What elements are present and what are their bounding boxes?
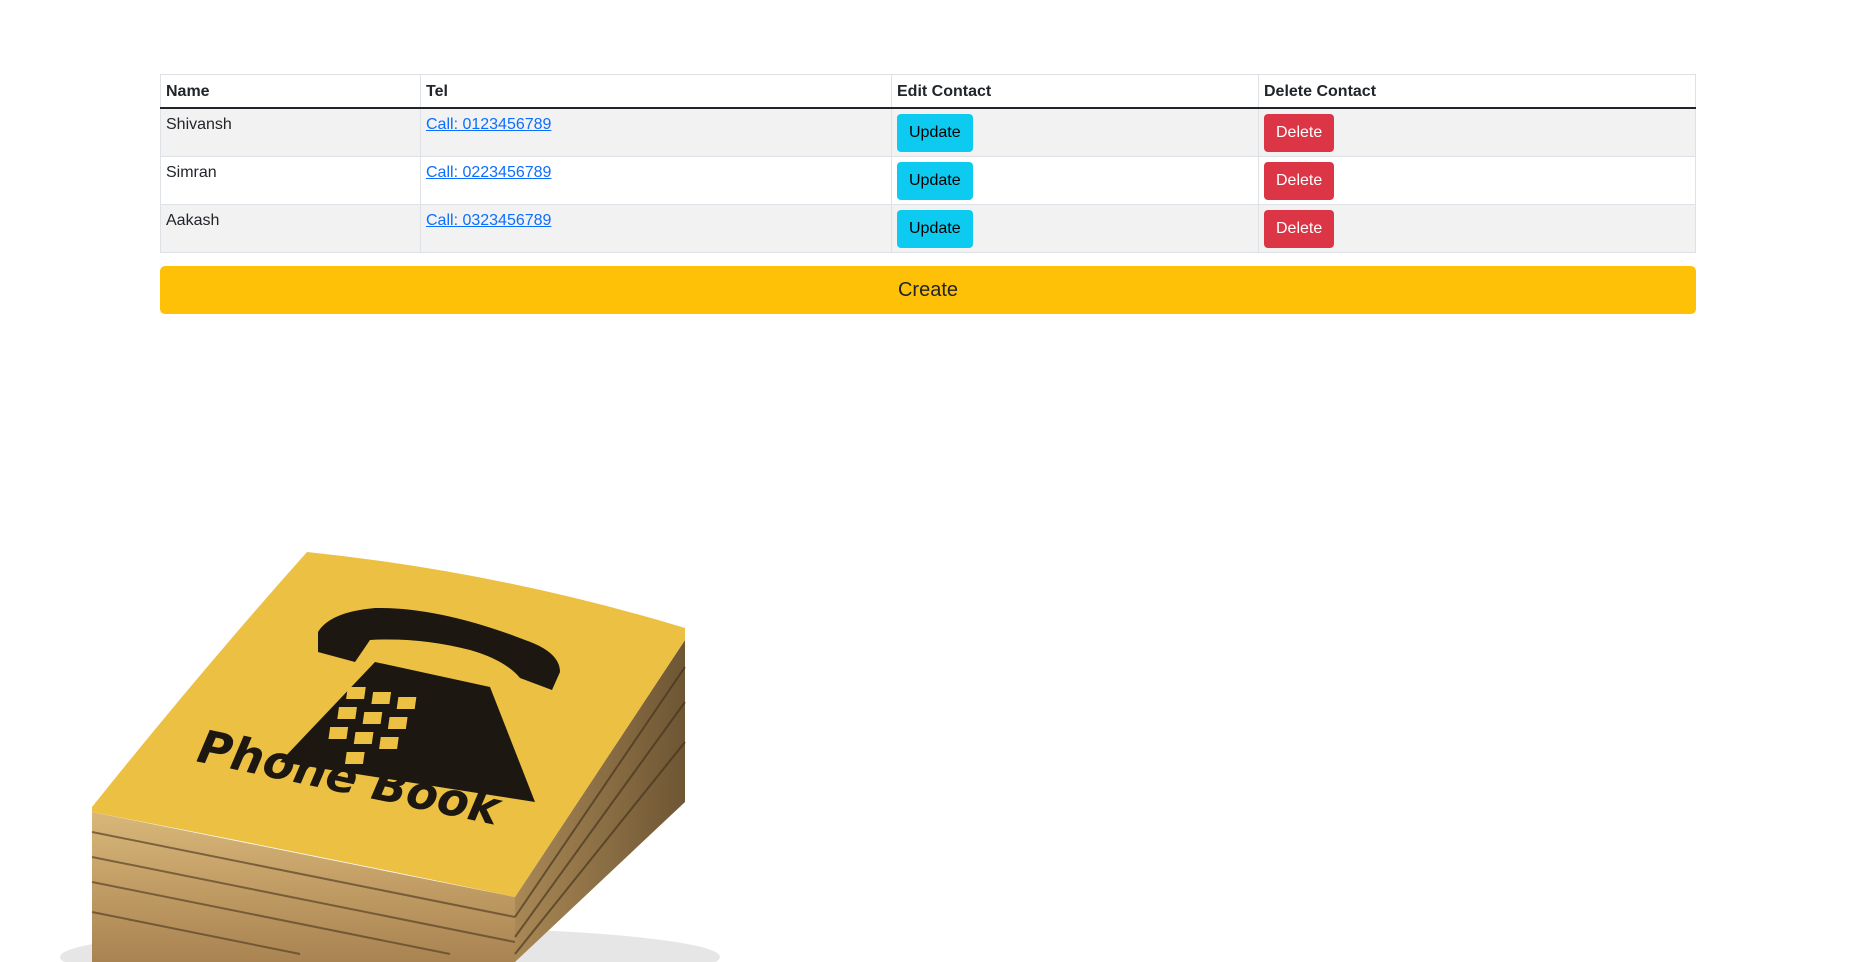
header-delete-contact: Delete Contact (1258, 74, 1696, 109)
table-row: Shivansh Call: 0123456789 Update Delete (160, 107, 1696, 157)
update-button[interactable]: Update (897, 210, 973, 248)
create-button[interactable]: Create (160, 266, 1696, 314)
table-row: Simran Call: 0223456789 Update Delete (160, 156, 1696, 205)
update-button[interactable]: Update (897, 162, 973, 200)
contact-name: Aakash (160, 204, 421, 253)
header-tel: Tel (420, 74, 892, 109)
call-link[interactable]: Call: 0223456789 (426, 164, 551, 181)
contacts-table: Name Tel Edit Contact Delete Contact Shi… (160, 74, 1696, 253)
header-name: Name (160, 74, 421, 109)
table-header-row: Name Tel Edit Contact Delete Contact (160, 74, 1696, 109)
contacts-table-container: Name Tel Edit Contact Delete Contact Shi… (160, 74, 1696, 253)
call-link[interactable]: Call: 0323456789 (426, 212, 551, 229)
table-row: Aakash Call: 0323456789 Update Delete (160, 204, 1696, 253)
delete-button[interactable]: Delete (1264, 162, 1335, 200)
contact-name: Simran (160, 156, 421, 205)
contact-name: Shivansh (160, 107, 421, 157)
delete-button[interactable]: Delete (1264, 210, 1335, 248)
header-edit-contact: Edit Contact (891, 74, 1259, 109)
delete-button[interactable]: Delete (1264, 114, 1335, 152)
call-link[interactable]: Call: 0123456789 (426, 116, 551, 133)
phone-book-illustration: Phone Book (60, 552, 720, 962)
update-button[interactable]: Update (897, 114, 973, 152)
